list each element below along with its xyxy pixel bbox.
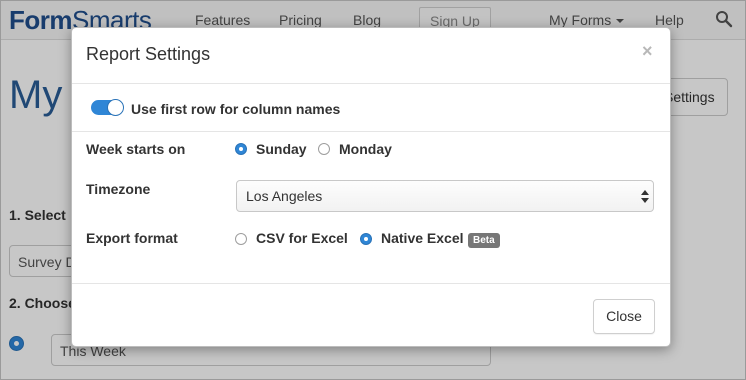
week-starts-label: Week starts on bbox=[86, 141, 186, 157]
first-row-toggle-label: Use first row for column names bbox=[131, 101, 341, 117]
modal-title: Report Settings bbox=[86, 44, 211, 64]
week-monday-radio[interactable] bbox=[318, 143, 330, 155]
export-native-excel-label[interactable]: Native Excel bbox=[381, 230, 464, 246]
modal-header: Report Settings × bbox=[72, 28, 670, 84]
export-csv-radio[interactable] bbox=[235, 233, 247, 245]
timezone-value: Los Angeles bbox=[246, 188, 323, 204]
select-arrows-icon bbox=[641, 190, 649, 204]
first-row-toggle[interactable] bbox=[91, 99, 124, 116]
beta-badge: Beta bbox=[468, 233, 500, 248]
close-button[interactable]: Close bbox=[593, 299, 655, 334]
close-icon[interactable]: × bbox=[642, 42, 653, 60]
report-settings-modal: Report Settings × Use first row for colu… bbox=[71, 27, 671, 347]
export-format-label: Export format bbox=[86, 230, 178, 246]
week-monday-label[interactable]: Monday bbox=[339, 141, 392, 157]
export-native-excel-radio[interactable] bbox=[360, 233, 372, 245]
week-sunday-label[interactable]: Sunday bbox=[256, 141, 307, 157]
timezone-select[interactable]: Los Angeles bbox=[236, 180, 654, 212]
week-sunday-radio[interactable] bbox=[235, 143, 247, 155]
browser-frame: FormSmarts Features Pricing Blog Sign Up… bbox=[0, 0, 746, 380]
modal-footer: Close bbox=[72, 283, 670, 347]
export-csv-label[interactable]: CSV for Excel bbox=[256, 230, 348, 246]
timezone-label: Timezone bbox=[86, 181, 151, 197]
divider bbox=[72, 131, 670, 132]
